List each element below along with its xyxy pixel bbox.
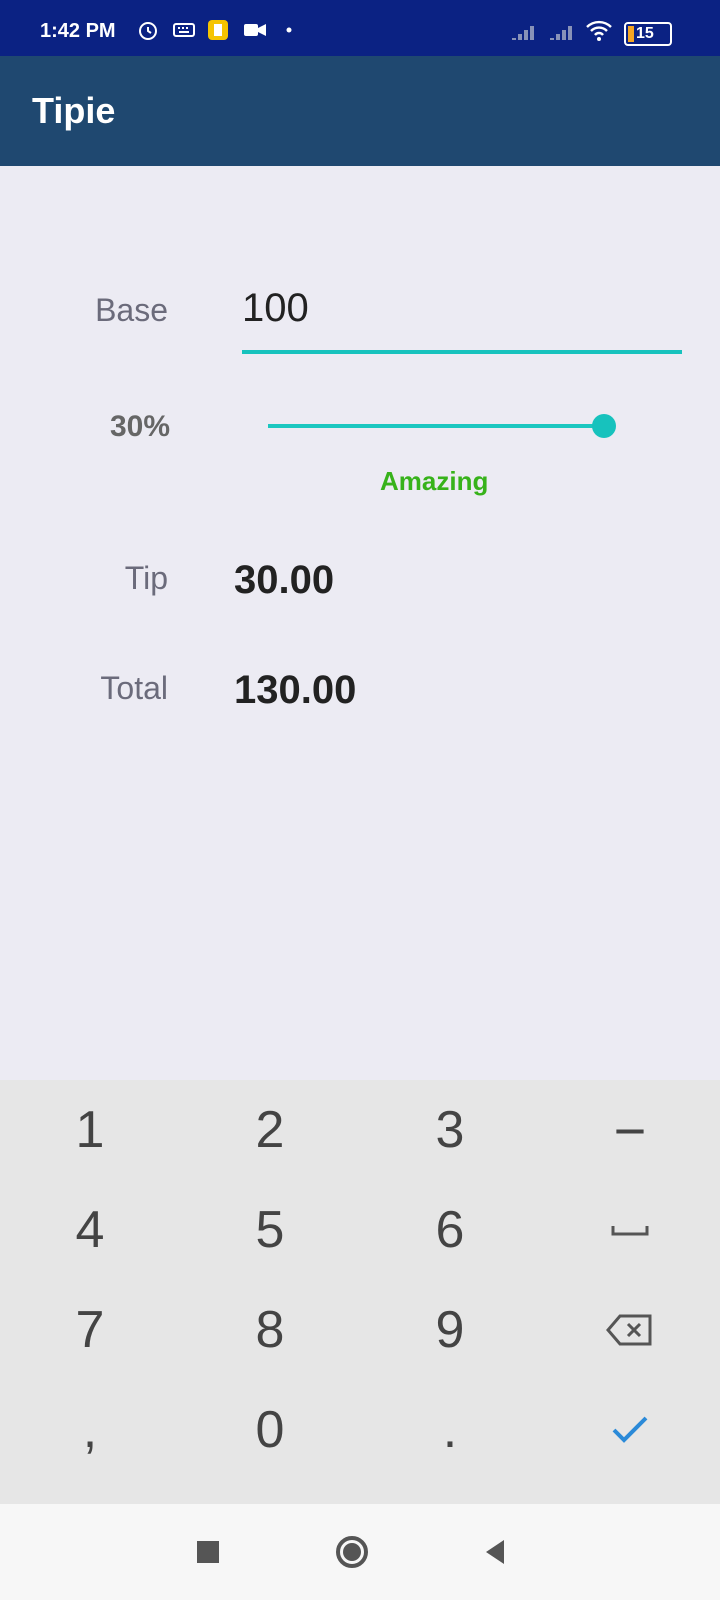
total-value: 130.00 xyxy=(234,668,357,712)
status-bar: 1:42 PM 15 xyxy=(0,0,720,56)
tip-description: Amazing xyxy=(380,466,489,496)
base-label: Base xyxy=(95,292,168,328)
navigation-bar xyxy=(0,1504,720,1600)
key-1[interactable]: 1 xyxy=(0,1080,180,1180)
key-0[interactable]: 0 xyxy=(180,1380,360,1480)
back-triangle-icon xyxy=(486,1540,504,1564)
app-bar: Tipie xyxy=(0,56,720,166)
key-period[interactable]: . xyxy=(360,1380,540,1480)
battery-level: 15 xyxy=(636,25,654,42)
wifi-icon xyxy=(586,20,612,41)
check-icon xyxy=(612,1416,648,1443)
base-input[interactable]: 100 xyxy=(242,286,682,346)
tip-slider[interactable] xyxy=(268,424,604,428)
key-space[interactable] xyxy=(540,1180,720,1280)
tip-value: 30.00 xyxy=(234,558,335,602)
numeric-keyboard: 1 2 3 − 4 5 6 7 8 9 , 0 . xyxy=(0,1080,720,1504)
back-button[interactable] xyxy=(476,1532,516,1572)
base-input-underline xyxy=(242,350,682,354)
tip-percent: 30% xyxy=(109,410,170,443)
app-title: Tipie xyxy=(32,90,116,131)
key-5[interactable]: 5 xyxy=(180,1180,360,1280)
dot-icon xyxy=(286,27,292,33)
main-content: Base 100 30% Amazing Tip 30.00 Total 130… xyxy=(0,166,720,1080)
alarm-icon xyxy=(139,22,157,40)
signal-icon xyxy=(512,26,534,40)
status-time: 1:42 PM xyxy=(40,20,116,42)
key-2[interactable]: 2 xyxy=(180,1080,360,1180)
key-comma[interactable]: , xyxy=(0,1380,180,1480)
total-label: Total xyxy=(100,670,168,706)
key-3[interactable]: 3 xyxy=(360,1080,540,1180)
tip-label: Tip xyxy=(124,560,168,596)
battery-icon: 15 xyxy=(624,22,672,46)
key-4[interactable]: 4 xyxy=(0,1180,180,1280)
signal-icon xyxy=(550,26,572,40)
video-icon xyxy=(244,24,266,36)
home-button[interactable] xyxy=(332,1532,372,1572)
key-9[interactable]: 9 xyxy=(360,1280,540,1380)
key-6[interactable]: 6 xyxy=(360,1180,540,1280)
square-icon xyxy=(197,1541,219,1563)
tip-slider-thumb[interactable] xyxy=(592,414,616,438)
backspace-icon xyxy=(606,1314,652,1346)
key-done[interactable] xyxy=(540,1380,720,1480)
circle-icon xyxy=(336,1536,368,1568)
key-8[interactable]: 8 xyxy=(180,1280,360,1380)
key-backspace[interactable] xyxy=(540,1280,720,1380)
app-icon xyxy=(208,20,228,40)
space-icon xyxy=(611,1226,649,1236)
keyboard-icon xyxy=(173,23,195,37)
recents-button[interactable] xyxy=(188,1532,228,1572)
key-minus[interactable]: − xyxy=(540,1080,720,1180)
key-7[interactable]: 7 xyxy=(0,1280,180,1380)
